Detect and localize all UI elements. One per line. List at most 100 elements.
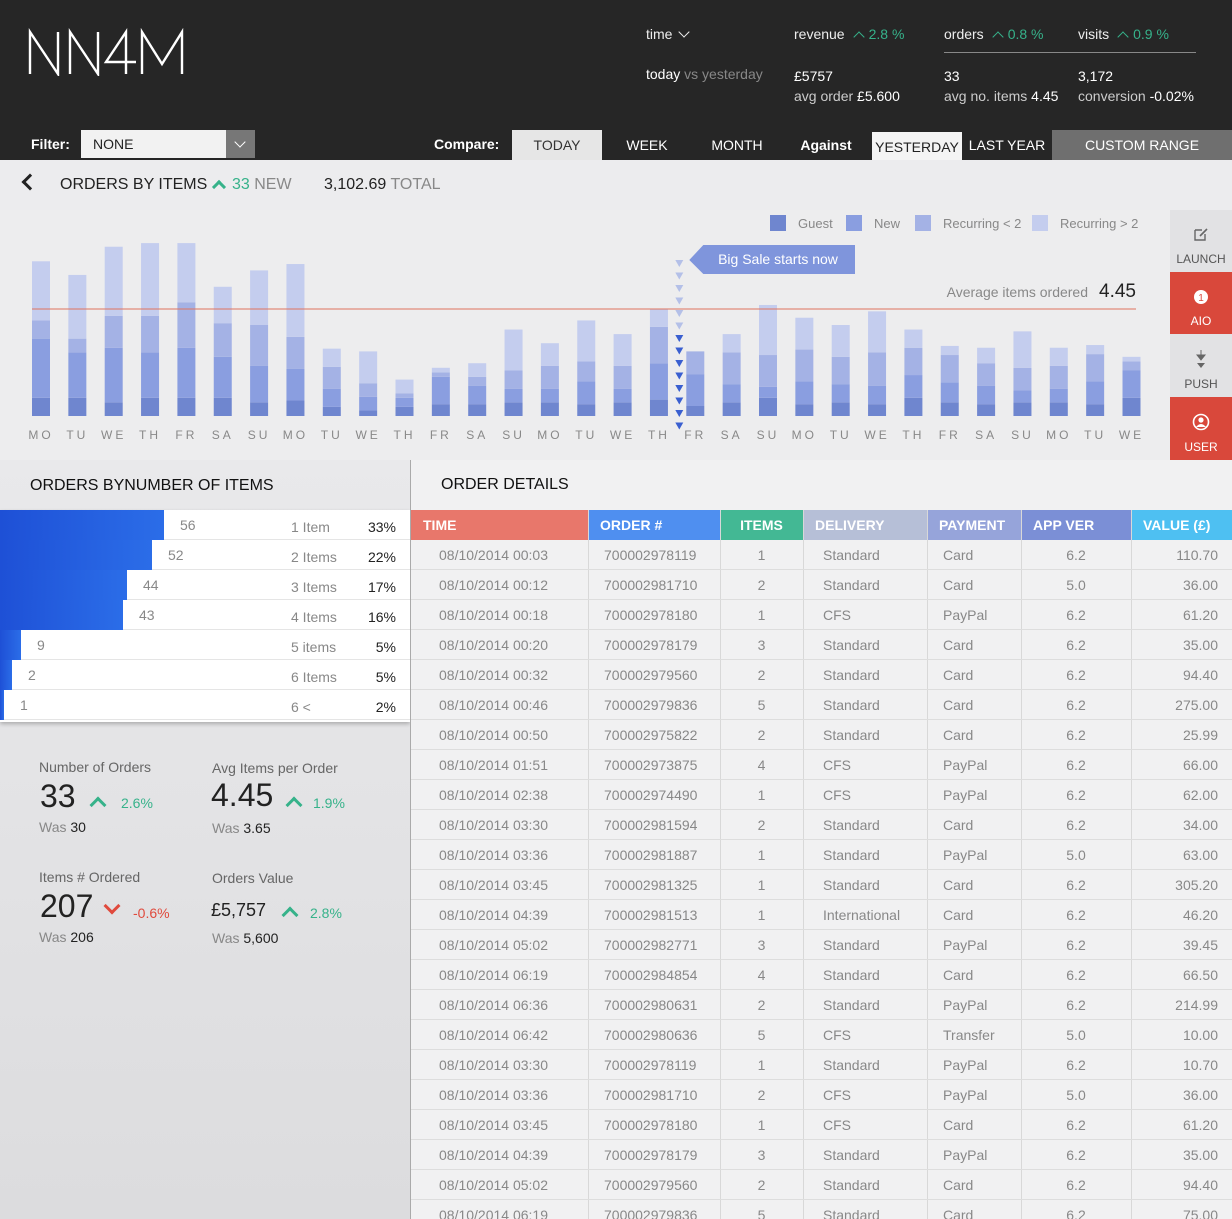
items-distribution-list: 56 1 Item 33% 52 2 Items 22% 44 3 Items 17% 43 4 I… <box>0 510 410 722</box>
table-row[interactable]: 08/10/2014 03:36 700002981887 1 Standard Pay… <box>411 840 1232 870</box>
bar-segment <box>468 404 487 416</box>
bar-segment <box>468 385 487 405</box>
stat-change: 2.6% <box>121 795 153 811</box>
table-row[interactable]: 08/10/2014 01:51 700002973875 4 CFS PayPal 6.… <box>411 750 1232 780</box>
bar-segment <box>141 243 160 316</box>
up-arrow-icon <box>211 179 227 195</box>
table-cell: 1 <box>757 787 766 803</box>
distribution-row[interactable]: 9 5 items 5% <box>0 630 410 660</box>
bar-segment <box>649 308 668 327</box>
bar-segment <box>32 338 50 398</box>
compare-week-button[interactable]: WEEK <box>602 130 692 160</box>
custom-range-button[interactable]: CUSTOM RANGE <box>1052 130 1232 160</box>
bar-segment <box>1086 381 1105 405</box>
visits-metric-label[interactable]: visits 0.9 % <box>1078 26 1169 43</box>
table-cell: 62.00 <box>1182 787 1218 803</box>
table-row[interactable]: 08/10/2014 00:03 700002978119 1 Standard Car… <box>411 540 1232 570</box>
table-cell: Standard <box>823 847 880 863</box>
table-cell: Card <box>943 1117 974 1133</box>
annotation-marker <box>675 385 684 392</box>
table-cell: 08/10/2014 00:50 <box>439 727 548 743</box>
distribution-bar <box>0 690 4 720</box>
table-row[interactable]: 08/10/2014 05:02 700002979560 2 Standard Car… <box>411 1170 1232 1200</box>
user-button[interactable]: USER <box>1170 397 1232 460</box>
column-header[interactable]: DELIVERY <box>803 510 927 540</box>
push-button[interactable]: PUSH <box>1170 334 1232 397</box>
bar-segment <box>1049 347 1068 366</box>
distribution-row[interactable]: 1 6 < 2% <box>0 690 410 720</box>
table-cell: 700002978179 <box>604 637 698 653</box>
bar-segment <box>940 345 959 356</box>
filter-select[interactable]: NONE <box>81 130 255 158</box>
table-row[interactable]: 08/10/2014 00:18 700002978180 1 CFS PayPal 6.… <box>411 600 1232 630</box>
distribution-row[interactable]: 44 3 Items 17% <box>0 570 410 600</box>
bar-segment <box>322 348 341 367</box>
column-header[interactable]: PAYMENT <box>927 510 1021 540</box>
table-row[interactable]: 08/10/2014 00:12 700002981710 2 Standard Car… <box>411 570 1232 600</box>
distribution-row[interactable]: 52 2 Items 22% <box>0 540 410 570</box>
bar-segment <box>104 246 123 316</box>
table-row[interactable]: 08/10/2014 05:02 700002982771 3 Standard Pay… <box>411 930 1232 960</box>
table-cell: 700002981325 <box>604 877 698 893</box>
up-arrow-icon <box>852 31 865 43</box>
column-header[interactable]: TIME <box>411 510 588 540</box>
compare-today-button[interactable]: TODAY <box>512 130 602 160</box>
launch-button[interactable]: LAUNCH <box>1170 210 1232 272</box>
table-row[interactable]: 08/10/2014 03:30 700002978119 1 Standard Pay… <box>411 1050 1232 1080</box>
bar-segment <box>431 367 450 373</box>
column-header[interactable]: VALUE (£) <box>1131 510 1232 540</box>
table-cell: 61.20 <box>1182 607 1218 623</box>
table-cell: 08/10/2014 00:20 <box>439 637 548 653</box>
bar-segment <box>577 320 596 362</box>
table-row[interactable]: 08/10/2014 00:50 700002975822 2 Standard Car… <box>411 720 1232 750</box>
table-cell: 6.2 <box>1066 1117 1086 1133</box>
bar-segment <box>322 366 341 389</box>
against-last-year-button[interactable]: LAST YEAR <box>962 130 1052 160</box>
against-yesterday-button[interactable]: YESTERDAY <box>872 132 962 160</box>
table-row[interactable]: 08/10/2014 00:20 700002978179 3 Standard Car… <box>411 630 1232 660</box>
aio-button[interactable]: 1 AIO <box>1170 272 1232 334</box>
chevron-down-icon[interactable] <box>226 130 255 158</box>
legend-swatch <box>915 215 931 231</box>
distribution-percent: 17% <box>367 579 396 595</box>
table-row[interactable]: 08/10/2014 06:19 700002984854 4 Standard Car… <box>411 960 1232 990</box>
distribution-row[interactable]: 2 6 Items 5% <box>0 660 410 690</box>
table-row[interactable]: 08/10/2014 02:38 700002974490 1 CFS PayPal 6.… <box>411 780 1232 810</box>
bar-segment <box>395 397 414 407</box>
table-row[interactable]: 08/10/2014 06:19 700002979836 5 Standard Car… <box>411 1200 1232 1219</box>
table-cell: 1 <box>757 547 766 563</box>
bar-segment <box>431 404 450 416</box>
table-cell: Card <box>943 667 974 683</box>
bar-segment <box>831 402 850 416</box>
table-cell: Standard <box>823 667 880 683</box>
bar-segment <box>322 388 341 407</box>
table-cell: 4 <box>757 757 766 773</box>
table-row[interactable]: 08/10/2014 03:45 700002978180 1 CFS Card 6.2 6… <box>411 1110 1232 1140</box>
bar-segment <box>613 334 632 366</box>
column-header[interactable]: APP VER <box>1021 510 1131 540</box>
table-cell: 5 <box>757 1027 766 1043</box>
table-cell: 35.00 <box>1182 1147 1218 1163</box>
column-header[interactable]: ORDER # <box>588 510 720 540</box>
distribution-row[interactable]: 56 1 Item 33% <box>0 510 410 540</box>
orders-metric-label[interactable]: orders 0.8 % <box>944 26 1044 43</box>
table-row[interactable]: 08/10/2014 03:36 700002981710 2 CFS PayPal 5.… <box>411 1080 1232 1110</box>
table-row[interactable]: 08/10/2014 00:32 700002979560 2 Standard Car… <box>411 660 1232 690</box>
table-row[interactable]: 08/10/2014 06:42 700002980636 5 CFS Transfer… <box>411 1020 1232 1050</box>
bar-segment <box>759 386 777 398</box>
distribution-row[interactable]: 43 4 Items 16% <box>0 600 410 630</box>
table-row[interactable]: 08/10/2014 00:46 700002979836 5 Standard Car… <box>411 690 1232 720</box>
bar-segment <box>649 399 668 416</box>
period-label: today vs yesterday <box>646 66 763 82</box>
table-row[interactable]: 08/10/2014 03:30 700002981594 2 Standard Car… <box>411 810 1232 840</box>
table-row[interactable]: 08/10/2014 06:36 700002980631 2 Standard Pay… <box>411 990 1232 1020</box>
compare-month-button[interactable]: MONTH <box>692 130 782 160</box>
column-header[interactable]: ITEMS <box>720 510 803 540</box>
table-cell: CFS <box>823 757 851 773</box>
table-row[interactable]: 08/10/2014 03:45 700002981325 1 Standard Car… <box>411 870 1232 900</box>
distribution-label: 6 Items <box>291 669 337 685</box>
table-row[interactable]: 08/10/2014 04:39 700002981513 1 Internation… <box>411 900 1232 930</box>
table-row[interactable]: 08/10/2014 04:39 700002978179 3 Standard Pay… <box>411 1140 1232 1170</box>
table-cell: 5.0 <box>1066 847 1086 863</box>
time-dropdown[interactable]: time <box>646 26 691 42</box>
